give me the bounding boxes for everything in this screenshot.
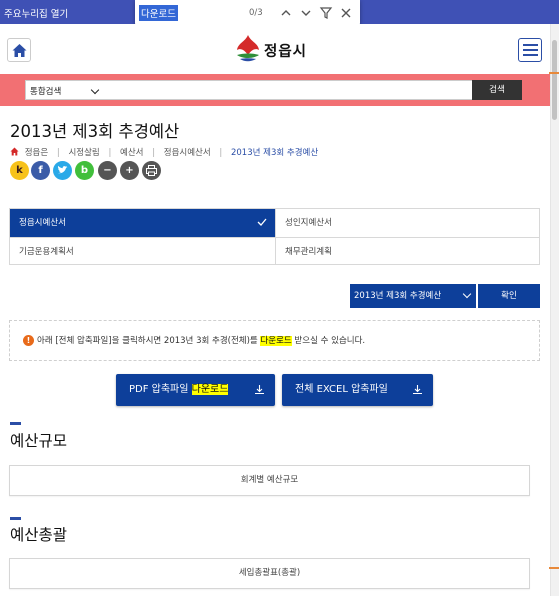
tab-fund-plan[interactable]: 기금운용계획서: [10, 238, 275, 266]
year-select[interactable]: 2013년 제3회 추경예산: [350, 284, 476, 308]
zoom-out-icon[interactable]: −: [98, 161, 117, 180]
find-prev-button[interactable]: [278, 5, 294, 21]
scroll-match-marker: [549, 567, 559, 569]
twitter-bird-icon: [57, 165, 68, 174]
notice-text: 아래 [전체 압축파일]을 클릭하시면 2013년 3회 추경(전체)를 다운로…: [37, 336, 366, 346]
budget-scale-link[interactable]: 회계별 예산규모: [9, 465, 530, 496]
find-highlight: 다운로드: [260, 336, 292, 346]
zoom-in-icon[interactable]: +: [120, 161, 139, 180]
breadcrumb-current: 2013년 제3회 추경예산: [230, 148, 319, 158]
section-title-budget-summary: 예산총괄: [10, 526, 68, 544]
find-filter-button[interactable]: [318, 5, 334, 21]
scroll-match-marker: [549, 72, 559, 74]
breadcrumb-separator: |: [152, 148, 156, 158]
band-share-icon[interactable]: b: [75, 161, 94, 180]
chevron-down-icon: [462, 289, 472, 299]
search-input[interactable]: 통합검색: [25, 80, 522, 100]
close-icon: [341, 8, 351, 18]
year-select-value: 2013년 제3회 추경예산: [354, 291, 442, 301]
menu-icon: [523, 44, 538, 46]
confirm-button[interactable]: 확인: [478, 284, 540, 308]
budget-tabs: 정읍시예산서 성인지예산서 기금운용계획서 채무관리계획: [9, 208, 540, 265]
find-highlight: 다운로드: [191, 384, 229, 395]
tab-gender-budget[interactable]: 성인지예산서: [276, 209, 541, 237]
breadcrumb-item[interactable]: 예산서: [120, 146, 143, 158]
section-title-budget-scale: 예산규모: [10, 432, 68, 450]
site-logo[interactable]: 정읍시: [234, 34, 334, 64]
excel-download-label: 전체 EXCEL 압축파일: [295, 384, 388, 395]
find-close-button[interactable]: [338, 5, 354, 21]
find-in-page-bar: 다운로드 0/3: [135, 0, 360, 27]
twitter-share-icon[interactable]: [53, 161, 72, 180]
search-button[interactable]: 검색: [472, 80, 522, 100]
breadcrumb-item[interactable]: 시정살림: [68, 146, 99, 158]
breadcrumb-item[interactable]: 정읍은: [25, 146, 48, 158]
breadcrumb-separator: |: [56, 148, 60, 158]
tab-debt-plan[interactable]: 채무관리계획: [276, 238, 541, 266]
find-next-button[interactable]: [298, 5, 314, 21]
facebook-share-icon[interactable]: f: [31, 161, 50, 180]
tab-label: 성인지예산서: [285, 218, 332, 228]
tab-label: 기금운용계획서: [19, 247, 74, 257]
section-accent: [10, 517, 21, 520]
chevron-down-icon: [301, 10, 311, 16]
revenue-summary-link[interactable]: 세입총괄표(총괄): [9, 558, 530, 589]
section-accent: [10, 422, 21, 425]
download-icon: [413, 385, 422, 395]
breadcrumb-separator: |: [219, 148, 223, 158]
home-button[interactable]: [7, 38, 31, 62]
pdf-download-label: PDF 압축파일 다운로드: [129, 384, 229, 395]
tab-label: 채무관리계획: [285, 247, 332, 257]
tab-jeongeup-budget[interactable]: 정읍시예산서: [10, 209, 275, 237]
check-icon: [257, 218, 267, 226]
logo-leaf-icon: [237, 35, 259, 62]
chevron-down-icon: [90, 85, 100, 95]
printer-icon: [146, 165, 157, 176]
search-band: 통합검색 검색: [0, 74, 550, 106]
find-input[interactable]: 다운로드: [139, 5, 178, 21]
breadcrumb-item[interactable]: 정읍시예산서: [164, 146, 211, 158]
chevron-up-icon: [281, 10, 291, 16]
excel-download-button[interactable]: 전체 EXCEL 압축파일: [282, 374, 433, 406]
breadcrumb: 정읍은 | 시정살림 | 예산서 | 정읍시예산서 | 2013년 제3회 추경…: [10, 146, 324, 160]
alert-icon: !: [23, 335, 34, 346]
download-notice: ! 아래 [전체 압축파일]을 클릭하시면 2013년 3회 추경(전체)를 다…: [9, 320, 540, 361]
pdf-download-button[interactable]: PDF 압축파일 다운로드: [116, 374, 275, 406]
find-match-count: 0/3: [249, 8, 263, 18]
site-header: 정읍시: [0, 24, 550, 74]
filter-icon: [319, 7, 333, 19]
kakaostory-share-icon[interactable]: k: [10, 161, 29, 180]
tab-label: 정읍시예산서: [19, 218, 66, 228]
home-icon[interactable]: [10, 147, 19, 156]
page-title: 2013년 제3회 추경예산: [10, 122, 180, 141]
bookmarks-link[interactable]: 주요누리집 열기: [4, 6, 68, 20]
search-scope-select[interactable]: 통합검색: [30, 85, 61, 97]
home-icon: [12, 44, 27, 57]
print-icon[interactable]: [142, 161, 161, 180]
menu-button[interactable]: [518, 38, 542, 62]
scrollbar-thumb[interactable]: [552, 40, 557, 120]
breadcrumb-separator: |: [108, 148, 112, 158]
logo-text: 정읍시: [264, 44, 308, 60]
download-icon: [255, 385, 264, 395]
